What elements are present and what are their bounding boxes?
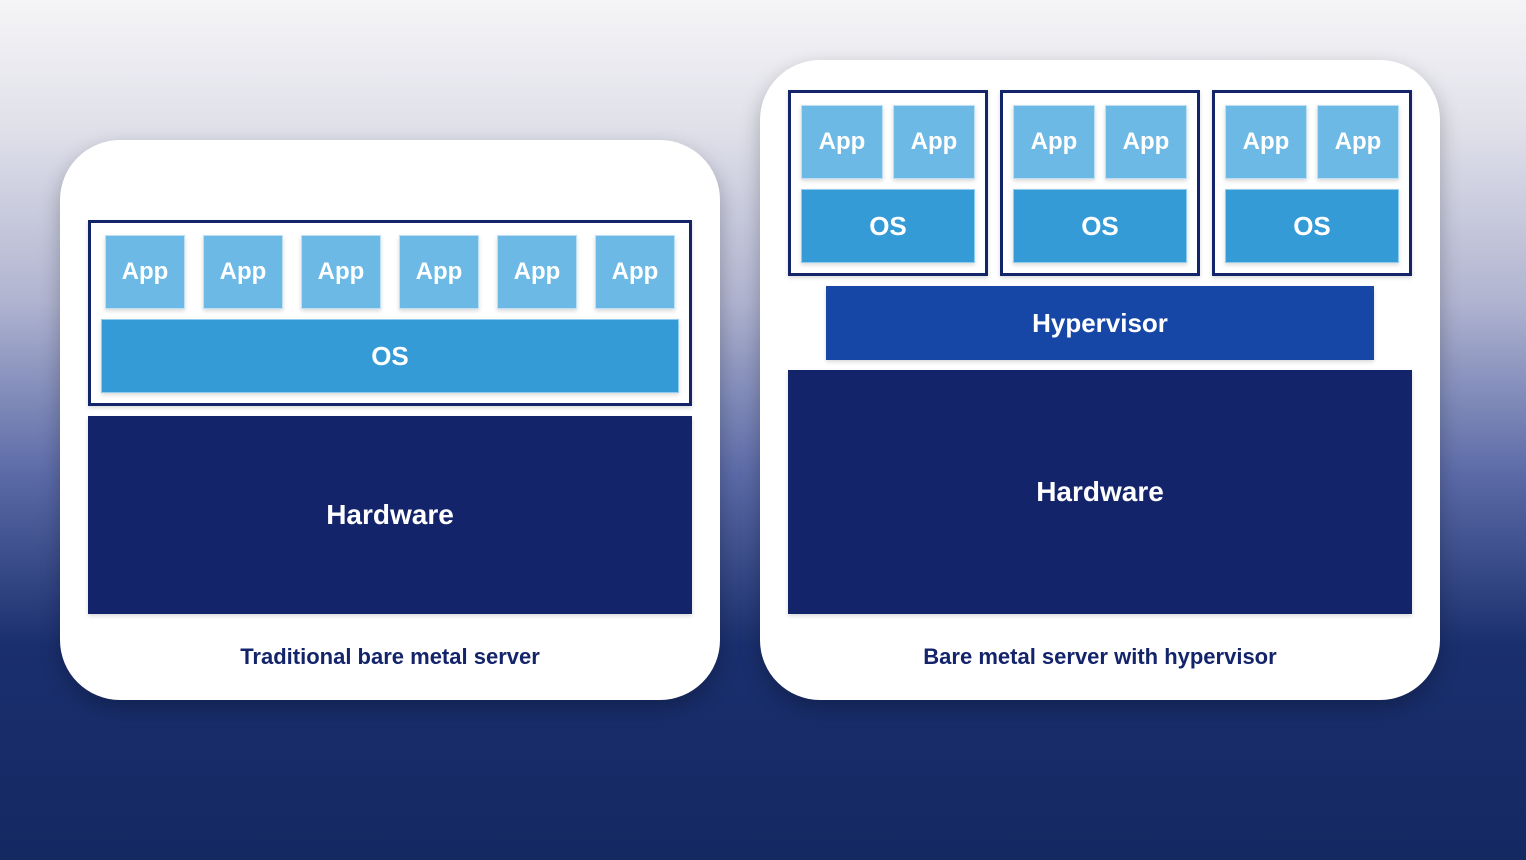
app-box: App: [497, 235, 577, 309]
hardware-box: Hardware: [88, 416, 692, 614]
app-box: App: [893, 105, 975, 179]
traditional-app-row: App App App App App App: [101, 235, 679, 309]
vm-app-row: App App: [801, 105, 975, 179]
vm-app-row: App App: [1013, 105, 1187, 179]
app-box: App: [595, 235, 675, 309]
vm-row: App App OS App App OS App App OS: [788, 90, 1412, 276]
hypervisor-caption: Bare metal server with hypervisor: [788, 644, 1412, 670]
os-box: OS: [1225, 189, 1399, 263]
hypervisor-server-card: App App OS App App OS App App OS Hypervi…: [760, 60, 1440, 700]
app-box: App: [801, 105, 883, 179]
traditional-server-card: App App App App App App OS Hardware Trad…: [60, 140, 720, 700]
app-box: App: [1225, 105, 1307, 179]
os-box: OS: [1013, 189, 1187, 263]
vm-frame: App App OS: [788, 90, 988, 276]
traditional-caption: Traditional bare metal server: [88, 644, 692, 670]
vm-app-row: App App: [1225, 105, 1399, 179]
app-box: App: [105, 235, 185, 309]
hypervisor-box: Hypervisor: [826, 286, 1374, 360]
vm-frame: App App OS: [1000, 90, 1200, 276]
app-box: App: [399, 235, 479, 309]
vm-frame: App App OS: [1212, 90, 1412, 276]
app-box: App: [203, 235, 283, 309]
app-box: App: [1105, 105, 1187, 179]
app-box: App: [1317, 105, 1399, 179]
app-box: App: [1013, 105, 1095, 179]
traditional-vm-frame: App App App App App App OS: [88, 220, 692, 406]
hardware-box: Hardware: [788, 370, 1412, 614]
os-box: OS: [101, 319, 679, 393]
os-box: OS: [801, 189, 975, 263]
app-box: App: [301, 235, 381, 309]
